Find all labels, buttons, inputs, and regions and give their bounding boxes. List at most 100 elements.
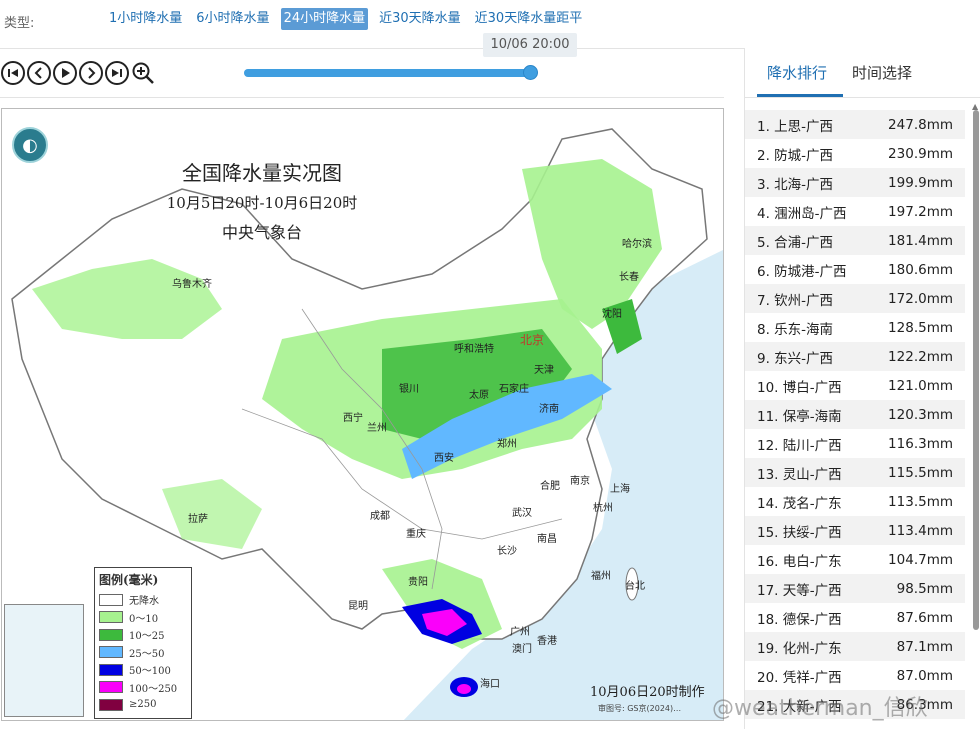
city-shenyang: 沈阳 xyxy=(602,309,622,320)
city-changsha: 长沙 xyxy=(497,546,517,557)
city-chengdu: 成都 xyxy=(370,511,390,522)
ranking-row[interactable]: 7. 钦州-广西 172.0mm xyxy=(745,284,965,313)
legend-swatch xyxy=(99,698,123,711)
player-controls xyxy=(1,61,155,85)
legend-swatch xyxy=(99,681,123,694)
tab-precip-ranking[interactable]: 降水排行 xyxy=(767,62,827,83)
next-frame-button[interactable] xyxy=(79,61,103,85)
precip-value: 181.4mm xyxy=(888,232,953,249)
city-xian: 西安 xyxy=(434,453,454,464)
tab-1h-precip[interactable]: 1小时降水量 xyxy=(106,8,185,30)
ranking-row[interactable]: 6. 防城港-广西 180.6mm xyxy=(745,255,965,284)
legend-item: 10～25 xyxy=(99,626,187,644)
ranking-row[interactable]: 16. 电白-广东 104.7mm xyxy=(745,545,965,574)
city-guiyang: 贵阳 xyxy=(408,577,428,588)
ranking-row[interactable]: 17. 天等-广西 98.5mm xyxy=(745,574,965,603)
legend-item: 无降水 xyxy=(99,591,187,609)
ranking-row[interactable]: 20. 凭祥-广西 87.0mm xyxy=(745,661,965,690)
precip-value: 230.9mm xyxy=(888,145,953,162)
precipitation-map: ◐ 全国降水量实况图 10月5日20时-10月6日20时 中央气象台 乌鲁木齐 … xyxy=(1,108,724,721)
city-shanghai: 上海 xyxy=(610,484,630,495)
legend-swatch xyxy=(99,663,123,676)
tab-30d-anomaly[interactable]: 近30天降水量距平 xyxy=(472,8,586,30)
legend-item: ≥250 xyxy=(99,696,187,714)
city-lhasa: 拉萨 xyxy=(188,514,208,525)
last-icon xyxy=(112,69,122,77)
map-title-block: 全国降水量实况图 10月5日20时-10月6日20时 中央气象台 xyxy=(2,157,522,243)
city-urumqi: 乌鲁木齐 xyxy=(172,279,212,290)
ranking-row[interactable]: 5. 合浦-广西 181.4mm xyxy=(745,226,965,255)
precip-value: 115.5mm xyxy=(888,464,953,481)
station-name: 10. 博白-广西 xyxy=(757,379,842,396)
city-hefei: 合肥 xyxy=(540,481,560,492)
ranking-row[interactable]: 14. 茂名-广东 113.5mm xyxy=(745,487,965,516)
tab-30d-precip[interactable]: 近30天降水量 xyxy=(376,8,464,30)
precip-value: 121.0mm xyxy=(888,377,953,394)
precip-value: 247.8mm xyxy=(888,116,953,133)
ranking-row[interactable]: 10. 博白-广西 121.0mm xyxy=(745,371,965,400)
ranking-row[interactable]: 2. 防城-广西 230.9mm xyxy=(745,139,965,168)
ranking-row[interactable]: 3. 北海-广西 199.9mm xyxy=(745,168,965,197)
city-kunming: 昆明 xyxy=(348,601,368,612)
watermark: @weatherman_信欣 xyxy=(712,696,928,721)
city-tianjin: 天津 xyxy=(534,365,554,376)
city-yinchuan: 银川 xyxy=(399,384,419,395)
slider-thumb[interactable] xyxy=(523,65,538,80)
city-guangzhou: 广州 xyxy=(510,627,530,638)
slider-fill xyxy=(244,69,531,77)
city-xining: 西宁 xyxy=(343,413,363,424)
ranking-row[interactable]: 8. 乐东-海南 128.5mm xyxy=(745,313,965,342)
ranking-row[interactable]: 1. 上思-广西 247.8mm xyxy=(745,110,965,139)
precip-value: 172.0mm xyxy=(888,290,953,307)
station-name: 2. 防城-广西 xyxy=(757,147,834,164)
tab-24h-precip[interactable]: 24小时降水量 xyxy=(280,8,369,30)
ranking-row[interactable]: 15. 扶绥-广西 113.4mm xyxy=(745,516,965,545)
ranking-row[interactable]: 4. 涠洲岛-广西 197.2mm xyxy=(745,197,965,226)
city-lanzhou: 兰州 xyxy=(367,423,387,434)
play-button[interactable] xyxy=(53,61,77,85)
legend-item: 100～250 xyxy=(99,679,187,697)
precip-value: 128.5mm xyxy=(888,319,953,336)
legend-label: 10～25 xyxy=(129,631,165,643)
prev-frame-button[interactable] xyxy=(27,61,51,85)
first-frame-button[interactable] xyxy=(1,61,25,85)
station-name: 13. 灵山-广西 xyxy=(757,466,842,483)
ranking-row[interactable]: 18. 德保-广西 87.6mm xyxy=(745,603,965,632)
tab-6h-precip[interactable]: 6小时降水量 xyxy=(193,8,272,30)
station-name: 8. 乐东-海南 xyxy=(757,321,834,338)
precip-value: 197.2mm xyxy=(888,203,953,220)
ranking-row[interactable]: 11. 保亭-海南 120.3mm xyxy=(745,400,965,429)
city-fuzhou: 福州 xyxy=(591,571,611,582)
city-nanchang: 南昌 xyxy=(537,534,557,545)
ranking-scrollbar[interactable] xyxy=(973,110,979,630)
station-name: 19. 化州-广东 xyxy=(757,640,842,657)
ranking-row[interactable]: 9. 东兴-广西 122.2mm xyxy=(745,342,965,371)
precip-value: 199.9mm xyxy=(888,174,953,191)
legend-item: 25～50 xyxy=(99,644,187,662)
ranking-row[interactable]: 13. 灵山-广西 115.5mm xyxy=(745,458,965,487)
tab-time-select[interactable]: 时间选择 xyxy=(852,62,912,83)
legend-item: 0～10 xyxy=(99,609,187,627)
last-frame-button[interactable] xyxy=(105,61,129,85)
precip-value: 87.1mm xyxy=(896,638,953,655)
type-tabs: 1小时降水量 6小时降水量 24小时降水量 近30天降水量 近30天降水量距平 xyxy=(106,8,585,30)
legend-item: 50～100 xyxy=(99,661,187,679)
station-name: 6. 防城港-广西 xyxy=(757,263,847,280)
production-note: 10月06日20时制作 xyxy=(590,685,705,700)
ranking-row[interactable]: 19. 化州-广东 87.1mm xyxy=(745,632,965,661)
city-shijiazhuang: 石家庄 xyxy=(499,384,529,395)
prev-icon xyxy=(34,67,42,79)
station-name: 20. 凭祥-广西 xyxy=(757,669,842,686)
south-china-sea-inset xyxy=(4,604,84,717)
legend-swatch xyxy=(99,611,123,624)
legend-swatch xyxy=(99,646,123,659)
ranking-row[interactable]: 12. 陆川-广西 116.3mm xyxy=(745,429,965,458)
time-slider[interactable] xyxy=(244,65,540,80)
legend-label: 50～100 xyxy=(129,666,171,678)
station-name: 7. 钦州-广西 xyxy=(757,292,834,309)
zoom-in-button[interactable] xyxy=(131,61,155,85)
city-nanjing: 南京 xyxy=(570,476,590,487)
city-zhengzhou: 郑州 xyxy=(497,439,517,450)
city-wuhan: 武汉 xyxy=(512,508,532,519)
precip-value: 87.6mm xyxy=(896,609,953,626)
